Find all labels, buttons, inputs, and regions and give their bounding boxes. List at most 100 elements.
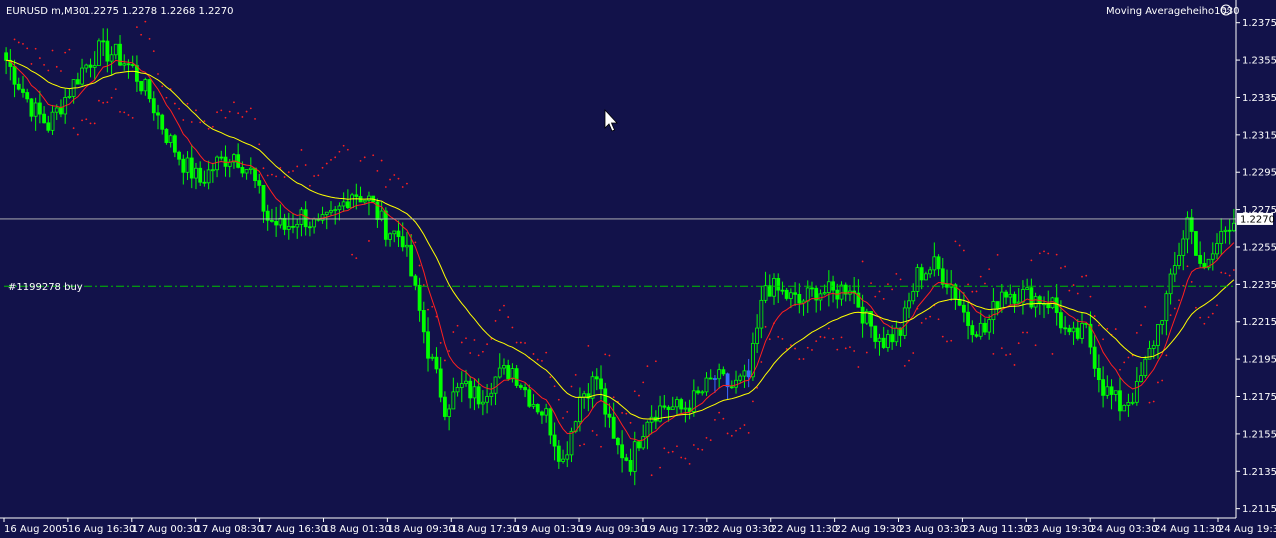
candle-body xyxy=(497,367,502,378)
candle-body xyxy=(578,396,582,423)
sar-dot xyxy=(34,47,37,50)
sar-dot xyxy=(701,448,704,451)
candle-body xyxy=(476,386,481,405)
candle-body xyxy=(1219,231,1224,244)
candle-body xyxy=(16,83,21,90)
candle-body xyxy=(493,376,498,394)
candle-body xyxy=(881,337,886,348)
candle-body xyxy=(1210,253,1215,260)
sar-dot xyxy=(414,241,417,244)
candle-body xyxy=(805,287,810,302)
sar-dot xyxy=(574,374,577,376)
candle-body xyxy=(594,376,599,380)
sar-dot xyxy=(975,290,978,293)
sar-dot xyxy=(266,174,269,177)
candle-body xyxy=(502,365,506,369)
sar-dot xyxy=(912,352,915,354)
sar-dot xyxy=(140,33,143,36)
candle-body xyxy=(1059,312,1063,329)
candle-body xyxy=(603,388,608,415)
sar-dot xyxy=(507,316,510,318)
sar-dot xyxy=(300,149,303,151)
sar-dot xyxy=(359,159,362,162)
candle-body xyxy=(113,43,118,56)
sar-dot xyxy=(747,431,750,434)
sar-dot xyxy=(1114,328,1117,330)
sar-dot xyxy=(566,410,569,413)
x-tick-label: 24 Aug 19:30 xyxy=(1218,524,1276,535)
x-tick-label: 19 Aug 09:30 xyxy=(579,524,646,535)
sar-dot xyxy=(676,445,678,448)
candle-body xyxy=(383,210,388,240)
candle-body xyxy=(713,378,717,380)
candle-body xyxy=(1046,303,1051,309)
sar-dot xyxy=(313,175,316,177)
sar-dot xyxy=(882,298,885,300)
candle-body xyxy=(788,292,793,299)
candle-body xyxy=(248,167,253,170)
sar-dot xyxy=(541,359,543,362)
sar-dot xyxy=(102,101,105,104)
sar-dot xyxy=(119,111,121,113)
sar-dot xyxy=(148,37,151,40)
candle-body xyxy=(244,169,249,174)
sar-dot xyxy=(688,463,691,465)
sar-dot xyxy=(245,110,248,113)
candle-body xyxy=(628,460,633,472)
sar-dot xyxy=(992,352,995,355)
candle-body xyxy=(88,64,93,68)
sar-dot xyxy=(144,20,147,23)
sar-dot xyxy=(195,109,197,112)
sar-dot xyxy=(697,448,699,450)
sar-dot xyxy=(663,447,666,450)
candle-body xyxy=(421,310,426,333)
y-tick-label: 1.2335 xyxy=(1242,93,1276,104)
x-tick-label: 24 Aug 03:30 xyxy=(1090,524,1157,535)
candle-body xyxy=(911,290,916,302)
sar-dot xyxy=(633,390,636,393)
sar-dot xyxy=(321,166,324,169)
sar-dot xyxy=(51,49,54,52)
x-tick-label: 18 Aug 01:30 xyxy=(323,524,390,535)
candle-body xyxy=(80,67,84,85)
candle-body xyxy=(1194,231,1198,256)
candle-body xyxy=(396,230,401,238)
candle-body xyxy=(966,311,970,326)
candle-body xyxy=(50,111,55,131)
sar-dot xyxy=(98,99,100,102)
candle-body xyxy=(46,122,51,131)
x-tick-label: 23 Aug 03:30 xyxy=(899,524,966,535)
sar-dot xyxy=(844,347,847,350)
candle-body xyxy=(590,376,595,399)
sar-dot xyxy=(536,358,539,361)
sar-dot xyxy=(249,107,252,110)
sar-dot xyxy=(1195,306,1197,309)
candle-body xyxy=(295,223,300,228)
price-chart[interactable]: 1.23751.23551.23351.23151.22951.22751.22… xyxy=(0,0,1276,538)
candle-body xyxy=(729,386,734,389)
sar-dot xyxy=(735,429,737,432)
sar-dot xyxy=(638,394,640,397)
candle-body xyxy=(194,167,198,179)
sar-dot xyxy=(55,65,58,68)
candle-body xyxy=(1156,324,1160,346)
x-tick-label: 23 Aug 11:30 xyxy=(962,524,1029,535)
sar-dot xyxy=(785,348,788,350)
candle-body xyxy=(886,334,890,348)
sar-dot xyxy=(1005,354,1007,356)
sar-dot xyxy=(237,112,240,115)
candle-body xyxy=(1189,217,1194,232)
candle-body xyxy=(683,407,688,410)
candle-body xyxy=(480,401,485,405)
chart-window[interactable]: 1.2375 1.2355 1.2335 1.2315 1.2295 1.2275 1.22… xyxy=(0,0,1276,538)
y-tick-label: 1.2255 xyxy=(1242,242,1276,253)
candle-body xyxy=(1231,222,1236,232)
sar-dot xyxy=(1173,307,1176,310)
candle-body xyxy=(1143,358,1148,377)
y-tick-label: 1.2295 xyxy=(1242,168,1276,179)
sar-dot xyxy=(1072,284,1075,286)
candle-body xyxy=(270,219,274,222)
candle-body xyxy=(202,181,207,184)
sar-dot xyxy=(304,164,307,166)
candle-body xyxy=(1168,273,1173,295)
